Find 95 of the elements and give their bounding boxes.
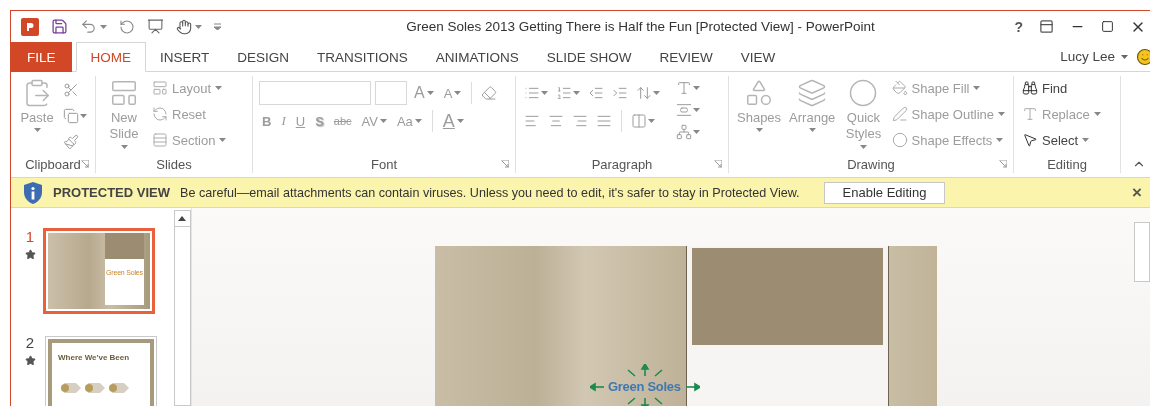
scroll-up-icon[interactable] <box>178 216 187 221</box>
indent-decrease-icon <box>588 85 604 101</box>
slide-number: 2 <box>25 334 35 351</box>
group-label: Clipboard <box>25 156 81 172</box>
align-right-icon <box>572 113 588 129</box>
user-account-button[interactable]: Lucy Lee <box>1060 49 1128 64</box>
ribbon-tab[interactable]: TRANSITIONS <box>303 42 422 72</box>
caret-icon <box>100 24 107 29</box>
shield-info-icon <box>23 181 43 204</box>
scrollbar[interactable] <box>1134 222 1150 282</box>
slide-number: 1 <box>25 228 35 245</box>
ribbon-tab[interactable]: ANIMATIONS <box>421 42 533 72</box>
caret-icon <box>653 91 660 95</box>
align-text-icon <box>676 102 692 118</box>
columns-icon <box>631 113 647 129</box>
paint-bucket-icon <box>891 80 908 96</box>
caret-icon <box>1121 54 1128 59</box>
window-title: Green Soles 2013 Getting There is Half the Fun [Protected View] - PowerPoint <box>405 19 876 34</box>
ribbon-tab[interactable]: SLIDE SHOW <box>532 42 646 72</box>
text-icon <box>1022 106 1038 122</box>
pen-icon <box>891 106 908 122</box>
layout-icon <box>152 80 168 96</box>
caret-icon <box>693 86 700 90</box>
select-button[interactable]: Select <box>1020 128 1103 152</box>
protected-view-message: Be careful—email attachments can contain viruses. Unless you need to edit, it's safer to stay in Protected View. <box>180 185 800 200</box>
justify-icon <box>596 113 612 129</box>
file-tab[interactable]: FILE <box>11 42 72 72</box>
section-icon <box>152 132 168 148</box>
caret-icon <box>541 91 548 95</box>
smartart-icon <box>676 124 692 140</box>
caret-icon <box>648 119 655 123</box>
pointer-icon <box>1022 132 1038 148</box>
reset-icon <box>152 106 168 122</box>
caret-icon <box>195 24 202 29</box>
dialog-launcher-icon[interactable] <box>81 160 89 168</box>
list-icon <box>524 85 540 101</box>
close-button[interactable]: × <box>1132 182 1142 203</box>
grow-font-button[interactable]: A <box>411 81 437 105</box>
dialog-launcher-icon[interactable] <box>999 160 1007 168</box>
group-label: Drawing <box>847 156 895 172</box>
dialog-launcher-icon[interactable] <box>714 160 722 168</box>
line-spacing-icon <box>636 85 652 101</box>
numbered-list-icon <box>556 85 572 101</box>
eraser-icon <box>481 85 498 101</box>
caret-icon <box>573 91 580 95</box>
logo-text: Green Soles <box>608 379 681 394</box>
protected-view-title: PROTECTED VIEW <box>53 185 170 200</box>
scrollbar[interactable] <box>173 210 191 406</box>
save-icon[interactable] <box>51 18 68 35</box>
find-button[interactable]: Find <box>1020 76 1103 100</box>
ribbon-tab[interactable]: VIEW <box>726 42 790 72</box>
smiley-icon[interactable] <box>1136 47 1150 66</box>
group-label: Paragraph <box>591 156 653 172</box>
caret-icon <box>80 114 87 118</box>
undo-icon[interactable] <box>80 18 97 35</box>
group-label: Slides <box>156 156 192 172</box>
group-label: Editing <box>1047 156 1087 172</box>
thumbnail-title: Where We've Been <box>58 353 130 362</box>
slide-thumbnail[interactable]: Where We've Been <box>45 336 157 406</box>
ribbon-options-icon[interactable] <box>1039 19 1054 34</box>
paintbrush-icon <box>63 134 79 150</box>
presentation-icon[interactable] <box>147 18 164 35</box>
ribbon-tab[interactable]: REVIEW <box>645 42 727 72</box>
slide-icon <box>109 78 139 108</box>
ribbon-tab[interactable]: HOME <box>75 42 146 72</box>
shrink-font-button[interactable]: A <box>440 81 465 105</box>
indent-increase-icon <box>612 85 628 101</box>
align-center-icon <box>548 113 564 129</box>
caret-icon <box>426 91 434 95</box>
align-left-icon <box>524 113 540 129</box>
ribbon-tab[interactable]: DESIGN <box>223 42 304 72</box>
repeat-icon[interactable] <box>119 18 135 35</box>
circle-icon <box>848 78 879 108</box>
group-label: Font <box>371 156 397 172</box>
customize-icon[interactable] <box>214 23 221 30</box>
smartart-button[interactable] <box>674 122 702 142</box>
touch-icon[interactable] <box>176 18 192 35</box>
circle-icon <box>891 132 908 148</box>
enable-editing-button[interactable]: Enable Editing <box>823 181 946 204</box>
binoculars-icon <box>1022 80 1038 96</box>
caret-icon <box>454 91 462 95</box>
copy-icon <box>63 108 79 124</box>
dialog-launcher-icon[interactable] <box>501 160 509 168</box>
caret-icon <box>693 130 700 134</box>
caret-icon <box>693 108 700 112</box>
scissors-icon <box>63 82 79 98</box>
ribbon-tab[interactable]: INSERT <box>146 42 224 72</box>
copy-button[interactable] <box>61 106 89 126</box>
columns-button[interactable] <box>629 111 657 131</box>
maximize-icon[interactable] <box>1101 20 1114 33</box>
app-logo-icon[interactable] <box>21 17 39 36</box>
title-card-block <box>105 233 144 259</box>
layers-icon <box>797 78 828 108</box>
help-button[interactable]: ? <box>1014 18 1023 35</box>
arrows-drawing <box>60 381 130 395</box>
